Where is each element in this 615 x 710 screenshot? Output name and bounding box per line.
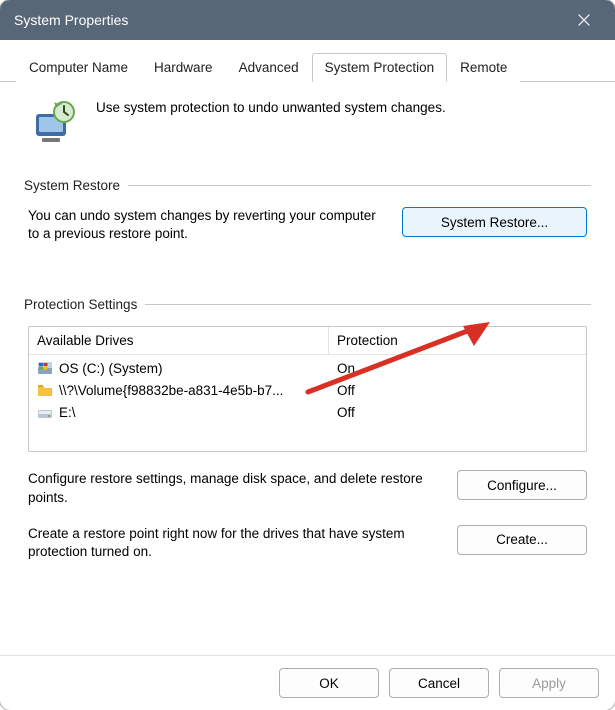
- drives-body: OS (C:) (System) On \\?\Volume{f98832be-…: [29, 355, 586, 451]
- tab-system-protection[interactable]: System Protection: [312, 53, 448, 82]
- group-title-restore: System Restore: [24, 178, 591, 193]
- restore-description: You can undo system changes by reverting…: [28, 207, 388, 243]
- group-title-settings: Protection Settings: [24, 297, 591, 312]
- tab-advanced[interactable]: Advanced: [226, 53, 312, 82]
- create-description: Create a restore point right now for the…: [28, 525, 443, 561]
- system-protection-icon: [30, 100, 78, 148]
- configure-description: Configure restore settings, manage disk …: [28, 470, 443, 506]
- drives-header: Available Drives Protection: [29, 327, 586, 355]
- column-header-drives[interactable]: Available Drives: [29, 327, 329, 354]
- tab-content: Use system protection to undo unwanted s…: [0, 82, 615, 655]
- table-row[interactable]: \\?\Volume{f98832be-a831-4e5b-b7... Off: [29, 379, 586, 401]
- configure-button[interactable]: Configure...: [457, 470, 587, 500]
- titlebar[interactable]: System Properties: [0, 0, 615, 40]
- close-icon[interactable]: [567, 3, 601, 37]
- disk-icon: [37, 404, 53, 420]
- table-row[interactable]: OS (C:) (System) On: [29, 357, 586, 379]
- tab-computer-name[interactable]: Computer Name: [16, 53, 141, 82]
- intro-text: Use system protection to undo unwanted s…: [96, 100, 446, 115]
- cancel-button[interactable]: Cancel: [389, 668, 489, 698]
- drive-name: OS (C:) (System): [59, 361, 163, 376]
- system-properties-window: System Properties Computer Name Hardware…: [0, 0, 615, 710]
- tab-strip: Computer Name Hardware Advanced System P…: [0, 40, 615, 82]
- dialog-footer: OK Cancel Apply: [0, 655, 615, 710]
- group-protection-settings: Protection Settings Available Drives Pro…: [24, 297, 591, 561]
- drives-table[interactable]: Available Drives Protection OS (C:) (Sys…: [28, 326, 587, 452]
- column-header-protection[interactable]: Protection: [329, 327, 586, 354]
- drive-name: \\?\Volume{f98832be-a831-4e5b-b7...: [59, 383, 283, 398]
- system-restore-button[interactable]: System Restore...: [402, 207, 587, 237]
- group-system-restore: System Restore You can undo system chang…: [24, 178, 591, 243]
- group-title-restore-label: System Restore: [24, 178, 120, 193]
- tab-hardware[interactable]: Hardware: [141, 53, 226, 82]
- create-button[interactable]: Create...: [457, 525, 587, 555]
- drive-protection: Off: [329, 382, 586, 399]
- group-title-settings-label: Protection Settings: [24, 297, 137, 312]
- window-title: System Properties: [14, 12, 567, 28]
- drive-protection: Off: [329, 404, 586, 421]
- table-row[interactable]: E:\ Off: [29, 401, 586, 423]
- folder-icon: [37, 382, 53, 398]
- ok-button[interactable]: OK: [279, 668, 379, 698]
- disk-os-icon: [37, 360, 53, 376]
- drive-name: E:\: [59, 405, 76, 420]
- apply-button[interactable]: Apply: [499, 668, 599, 698]
- intro-row: Use system protection to undo unwanted s…: [24, 100, 591, 148]
- drive-protection: On: [329, 360, 586, 377]
- tab-remote[interactable]: Remote: [447, 53, 520, 82]
